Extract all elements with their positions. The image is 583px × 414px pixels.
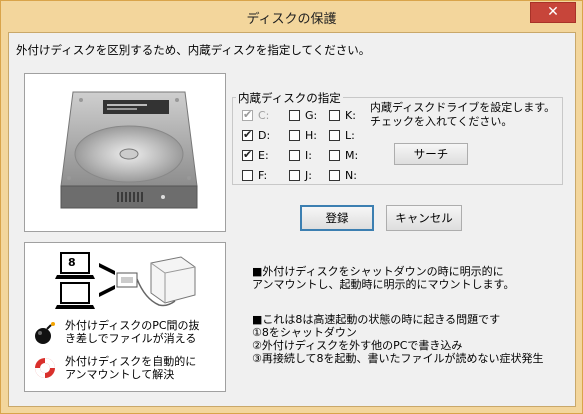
register-button[interactable]: 登録 bbox=[300, 205, 374, 231]
checkbox-box[interactable]: ✔ bbox=[242, 127, 253, 141]
checkmark-icon: ✔ bbox=[243, 127, 253, 141]
disk-transfer-illustration bbox=[55, 252, 196, 309]
checkbox-box[interactable] bbox=[289, 129, 300, 141]
checkbox-box[interactable] bbox=[289, 149, 300, 161]
drive-label: D: bbox=[258, 128, 271, 142]
checkbox-drive-l[interactable]: L: bbox=[329, 128, 355, 142]
checkbox-box[interactable] bbox=[242, 169, 253, 181]
close-button[interactable]: ✕ bbox=[530, 2, 576, 23]
info-note-problem-line2: き差しでファイルが消える bbox=[65, 332, 197, 345]
checkbox-drive-c[interactable]: ✔ C: bbox=[242, 108, 269, 122]
checkbox-box[interactable]: ✔ bbox=[242, 107, 253, 121]
lifebuoy-icon bbox=[35, 358, 55, 378]
checkmark-icon: ✔ bbox=[243, 147, 253, 161]
info-note-solution-line2: アンマウントして解決 bbox=[65, 368, 175, 381]
group-description-line1: 内蔵ディスクドライブを設定します。 bbox=[370, 101, 556, 114]
checkbox-drive-h[interactable]: H: bbox=[289, 128, 317, 142]
dialog-client-area: 外付けディスクを区別するため、内蔵ディスクを指定してください。 内蔵ディスクの指… bbox=[8, 32, 576, 407]
drive-label: K: bbox=[345, 108, 356, 122]
hard-drive-icon bbox=[60, 91, 198, 209]
group-title: 内蔵ディスクの指定 bbox=[236, 90, 343, 106]
checkmark-icon: ✔ bbox=[243, 107, 253, 121]
checkbox-box[interactable] bbox=[329, 149, 340, 161]
title-bar[interactable]: ディスクの保護 ✕ bbox=[1, 1, 582, 31]
group-description-line2: チェックを入れてください。 bbox=[370, 115, 513, 128]
hdd-illustration-panel bbox=[24, 73, 226, 232]
group-description: 内蔵ディスクドライブを設定します。 チェックを入れてください。 bbox=[370, 101, 555, 129]
drive-label: N: bbox=[345, 168, 357, 182]
search-button[interactable]: サーチ bbox=[394, 143, 468, 165]
checkbox-drive-f[interactable]: F: bbox=[242, 168, 267, 182]
checkbox-drive-e[interactable]: ✔ E: bbox=[242, 148, 269, 162]
info-note-solution-line1: 外付けディスクを自動的に bbox=[65, 355, 197, 368]
drive-label: L: bbox=[345, 128, 355, 142]
notes-block2-line2: ①8をシャットダウン bbox=[252, 326, 357, 339]
drive-label: C: bbox=[258, 108, 270, 122]
notes-block2-line1: ■これは8は高速起動の状態の時に起きる問題です bbox=[252, 313, 501, 326]
drive-label: H: bbox=[305, 128, 317, 142]
checkbox-drive-g[interactable]: G: bbox=[289, 108, 317, 122]
checkbox-drive-i[interactable]: I: bbox=[289, 148, 312, 162]
checkbox-box[interactable] bbox=[329, 129, 340, 141]
drive-label: F: bbox=[258, 168, 268, 182]
pc-label: 8 bbox=[68, 256, 76, 269]
notes-block1-line2: アンマウントし、起動時に明示的にマウントします。 bbox=[252, 278, 515, 291]
dialog-window: ディスクの保護 ✕ 外付けディスクを区別するため、内蔵ディスクを指定してください… bbox=[0, 0, 583, 414]
checkbox-box[interactable] bbox=[289, 109, 300, 121]
bomb-icon bbox=[35, 322, 55, 344]
checkbox-box[interactable] bbox=[329, 169, 340, 181]
checkbox-drive-k[interactable]: K: bbox=[329, 108, 356, 122]
info-note-problem-line1: 外付けディスクのPC間の抜 bbox=[65, 319, 200, 332]
drive-label: I: bbox=[305, 148, 312, 162]
info-note-solution: 外付けディスクを自動的に アンマウントして解決 bbox=[65, 355, 196, 381]
drive-label: M: bbox=[345, 148, 359, 162]
notes-block-2: ■これは8は高速起動の状態の時に起きる問題です ①8をシャットダウン ②外付けデ… bbox=[252, 313, 544, 365]
window-title: ディスクの保護 bbox=[246, 12, 337, 27]
checkbox-drive-d[interactable]: ✔ D: bbox=[242, 128, 270, 142]
notes-block-1: ■外付けディスクをシャットダウンの時に明示的に アンマウントし、起動時に明示的に… bbox=[252, 265, 514, 291]
checkbox-box[interactable] bbox=[329, 109, 340, 121]
notes-block2-line3: ②外付けディスクを外す他のPCで書き込み bbox=[252, 339, 463, 352]
checkbox-drive-j[interactable]: J: bbox=[289, 168, 312, 182]
info-note-problem: 外付けディスクのPC間の抜 き差しでファイルが消える bbox=[65, 319, 200, 345]
drive-label: E: bbox=[258, 148, 269, 162]
notes-block1-line1: ■外付けディスクをシャットダウンの時に明示的に bbox=[252, 265, 504, 278]
checkbox-box[interactable] bbox=[289, 169, 300, 181]
internal-disk-group: 内蔵ディスクの指定 ✔ C: ✔ D: ✔ E: F: G: H: I: J: … bbox=[232, 90, 563, 185]
notes-block2-line4: ③再接続して8を起動、書いたファイルが読めない症状発生 bbox=[252, 352, 544, 365]
checkbox-drive-m[interactable]: M: bbox=[329, 148, 358, 162]
checkbox-box[interactable]: ✔ bbox=[242, 147, 253, 161]
info-illustration-panel: 8 外付けディスクのPC間の抜 き差しでファイルが消える 外付けディスクを自動的… bbox=[24, 242, 226, 392]
close-icon: ✕ bbox=[547, 4, 559, 20]
drive-label: G: bbox=[305, 108, 318, 122]
instruction-text: 外付けディスクを区別するため、内蔵ディスクを指定してください。 bbox=[16, 43, 371, 57]
cancel-button[interactable]: キャンセル bbox=[386, 205, 462, 231]
drive-label: J: bbox=[305, 168, 312, 182]
checkbox-drive-n[interactable]: N: bbox=[329, 168, 357, 182]
